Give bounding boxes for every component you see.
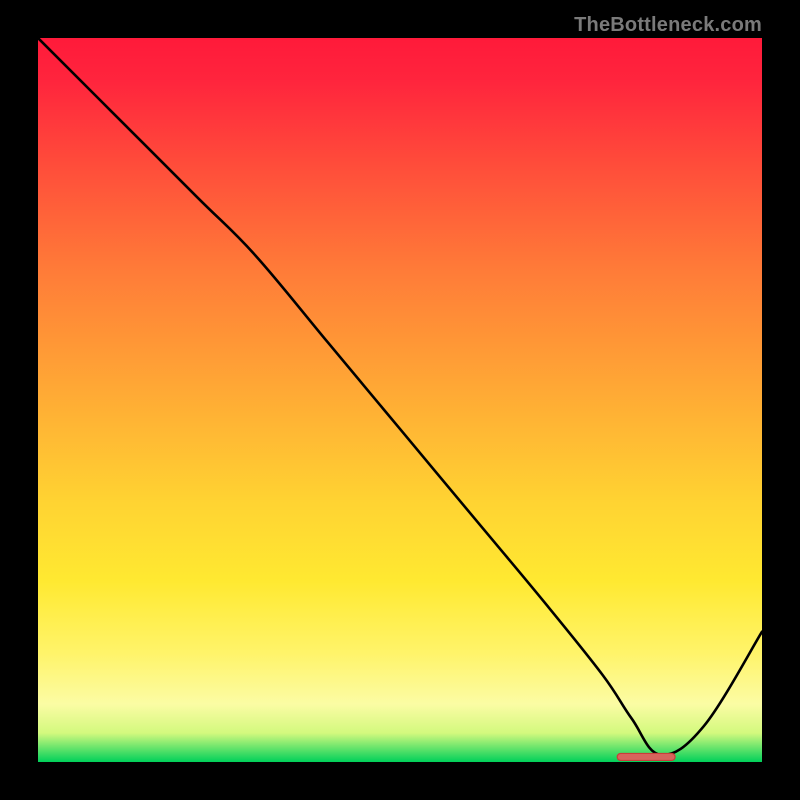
chart-stage: TheBottleneck.com	[0, 0, 800, 800]
chart-svg	[38, 38, 762, 762]
plot-area	[38, 38, 762, 762]
optimal-range-marker	[617, 753, 675, 760]
bottleneck-curve-line	[38, 38, 762, 755]
watermark-text: TheBottleneck.com	[574, 14, 762, 37]
